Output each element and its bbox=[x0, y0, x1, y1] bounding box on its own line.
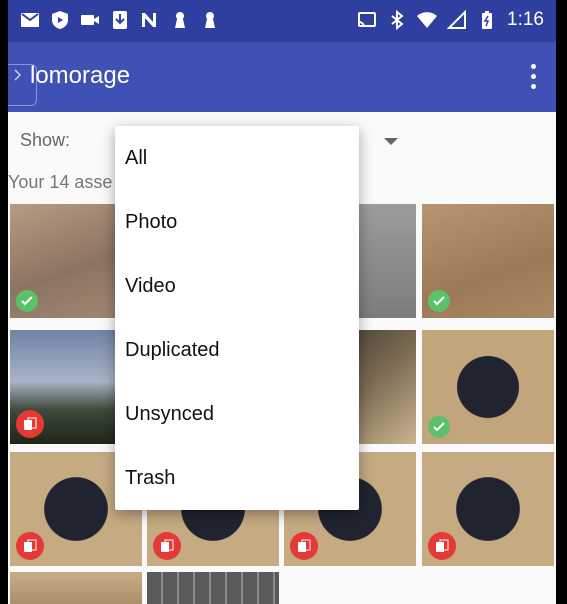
system-icons: 1:16 bbox=[357, 9, 544, 31]
photo-tile[interactable] bbox=[422, 330, 554, 444]
chevron-right-icon bbox=[14, 69, 22, 81]
download-icon bbox=[110, 10, 130, 30]
n-app-icon bbox=[140, 10, 160, 30]
filter-dropdown-menu: All Photo Video Duplicated Unsynced Tras… bbox=[115, 126, 359, 510]
synced-check-icon bbox=[16, 290, 38, 312]
signal-icon bbox=[447, 10, 467, 30]
notification-icons bbox=[20, 10, 220, 30]
dropdown-option-unsynced[interactable]: Unsynced bbox=[115, 382, 359, 446]
shield-icon bbox=[50, 10, 70, 30]
app-bar: lomorage bbox=[8, 42, 556, 112]
dropdown-option-photo[interactable]: Photo bbox=[115, 190, 359, 254]
show-label: Show: bbox=[20, 130, 71, 150]
photo-tile[interactable] bbox=[10, 572, 142, 604]
synced-check-icon bbox=[428, 416, 450, 438]
bluetooth-icon bbox=[387, 10, 407, 30]
app-screen: 1:16 lomorage Show: Your 14 asse All Pho… bbox=[8, 0, 556, 604]
synced-check-icon bbox=[428, 290, 450, 312]
duplicate-icon bbox=[290, 532, 318, 560]
keyhole-icon bbox=[200, 10, 220, 30]
photo-tile[interactable] bbox=[147, 572, 279, 604]
duplicate-icon bbox=[428, 532, 456, 560]
wifi-icon bbox=[417, 10, 438, 30]
duplicate-icon bbox=[153, 532, 181, 560]
dropdown-option-trash[interactable]: Trash bbox=[115, 446, 359, 510]
battery-icon bbox=[477, 10, 497, 30]
duplicate-icon bbox=[16, 410, 44, 438]
keyhole-icon bbox=[170, 10, 190, 30]
photo-tile[interactable] bbox=[422, 452, 554, 566]
more-vert-icon[interactable] bbox=[528, 64, 538, 90]
clock: 1:16 bbox=[507, 9, 544, 30]
dropdown-option-video[interactable]: Video bbox=[115, 254, 359, 318]
dropdown-arrow-icon[interactable] bbox=[384, 138, 398, 145]
status-bar: 1:16 bbox=[8, 0, 556, 42]
cast-icon bbox=[357, 10, 377, 30]
dropdown-option-all[interactable]: All bbox=[115, 126, 359, 190]
asset-count-text: Your 14 asse bbox=[8, 172, 113, 192]
duplicate-icon bbox=[16, 532, 44, 560]
app-title: lomorage bbox=[30, 62, 131, 89]
dropdown-option-duplicated[interactable]: Duplicated bbox=[115, 318, 359, 382]
photo-tile[interactable] bbox=[422, 204, 554, 318]
video-camera-icon bbox=[80, 10, 100, 30]
gmail-icon bbox=[20, 10, 40, 30]
